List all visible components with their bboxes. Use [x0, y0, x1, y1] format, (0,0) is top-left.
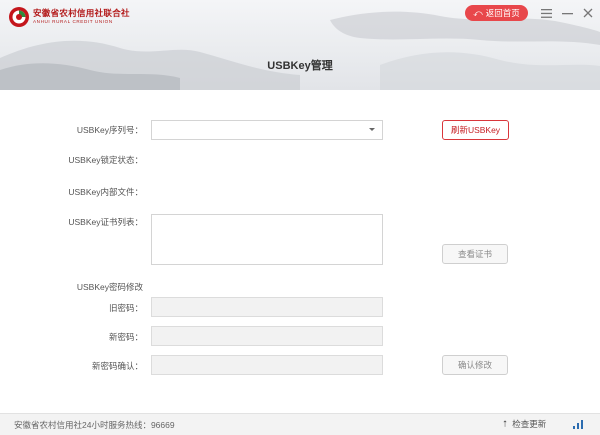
view-cert-button[interactable]: 查看证书 — [442, 244, 508, 264]
menu-icon[interactable] — [538, 5, 554, 21]
check-update-label: 检查更新 — [512, 419, 547, 429]
serial-label: USBKey序列号： — [76, 125, 143, 135]
signal-icon — [573, 420, 583, 429]
logo-chinese-name: 安徽省农村信用社联合社 — [33, 8, 130, 19]
close-icon[interactable] — [580, 5, 596, 21]
dropdown-caret-icon — [369, 128, 375, 131]
service-hotline: 安徽省农村信用社24小时服务热线：96669 — [14, 420, 175, 430]
update-arrow-icon: ⭡ — [503, 418, 508, 429]
back-arrow-icon: ⤺ — [473, 7, 483, 18]
cert-list-box[interactable] — [151, 214, 383, 265]
old-password-label: 旧密码： — [108, 303, 143, 313]
lock-status-label: USBKey锁定状态： — [68, 155, 143, 165]
back-home-button[interactable]: ⤺ 返回首页 — [465, 5, 528, 21]
new-password-label: 新密码： — [108, 332, 143, 342]
new-password-field[interactable] — [151, 326, 383, 346]
minimize-icon[interactable] — [559, 5, 575, 21]
header-banner: 安徽省农村信用社联合社 ANHUI RURAL CREDIT UNION ⤺ 返… — [0, 0, 600, 90]
confirm-password-field[interactable] — [151, 355, 383, 375]
refresh-usbkey-button[interactable]: 刷新USBKey — [442, 120, 509, 140]
back-home-label: 返回首页 — [485, 8, 520, 18]
password-section-label: USBKey密码修改 — [76, 282, 143, 292]
check-update-button[interactable]: ⭡ 检查更新 — [503, 418, 546, 430]
internal-file-label: USBKey内部文件： — [68, 187, 143, 197]
confirm-change-button[interactable]: 确认修改 — [442, 355, 508, 375]
confirm-password-label: 新密码确认： — [91, 361, 143, 371]
page-title: USBKey管理 — [267, 60, 333, 72]
logo-english-name: ANHUI RURAL CREDIT UNION — [33, 18, 113, 24]
serial-select[interactable] — [151, 120, 383, 140]
brand-logo: 安徽省农村信用社联合社 ANHUI RURAL CREDIT UNION — [8, 6, 130, 28]
old-password-field[interactable] — [151, 297, 383, 317]
cert-list-label: USBKey证书列表： — [68, 217, 143, 227]
status-bar: 安徽省农村信用社24小时服务热线：96669 ⭡ 检查更新 — [0, 413, 600, 435]
logo-icon — [9, 7, 29, 27]
